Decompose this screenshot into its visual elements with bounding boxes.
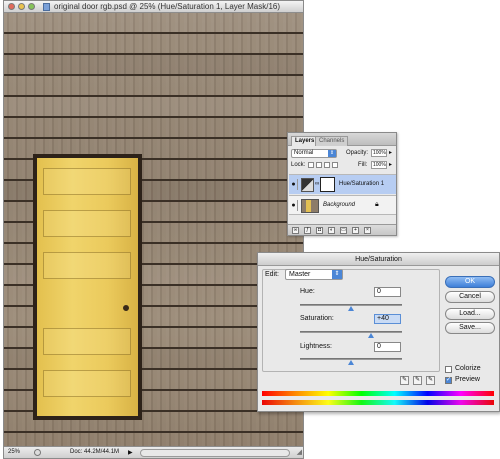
status-menu-arrow-icon[interactable]: ▶	[128, 449, 133, 456]
status-info-icon[interactable]	[34, 449, 41, 456]
lightness-label: Lightness:	[300, 343, 332, 350]
blend-mode-select[interactable]: Normal ⇕	[291, 149, 337, 158]
hue-saturation-dialog: Hue/Saturation Edit: Master ⇕ Hue: 0 Sat…	[257, 252, 500, 412]
eye-icon[interactable]: ●	[290, 200, 298, 211]
opacity-label: Opacity:	[346, 150, 369, 156]
document-title: original door rgb.psd @ 25% (Hue/Saturat…	[54, 2, 281, 11]
layers-palette-toolbar: ∞ ƒ ◘ ◐ ▭ + ×	[288, 224, 396, 235]
lightness-slider-thumb[interactable]	[348, 360, 354, 365]
lightness-input[interactable]: 0	[374, 342, 401, 352]
fill-input[interactable]: 100%	[371, 161, 387, 169]
new-layer-icon[interactable]: +	[352, 227, 359, 234]
door-panel	[43, 328, 131, 355]
saturation-input[interactable]: +40	[374, 314, 401, 324]
background-layer-thumbnail	[301, 199, 319, 213]
eye-icon[interactable]: ●	[290, 179, 298, 190]
link-layers-icon[interactable]: ∞	[292, 227, 299, 234]
door-panel	[43, 252, 131, 279]
wood-plank	[4, 13, 303, 32]
saturation-slider-thumb[interactable]	[368, 333, 375, 338]
horizontal-scrollbar[interactable]	[140, 449, 290, 457]
door-knob	[123, 305, 129, 311]
hue-label: Hue:	[300, 288, 315, 295]
preview-label: Preview	[455, 376, 480, 383]
layers-palette-tabbar[interactable]: Layers Channels	[288, 133, 396, 146]
yellow-door	[37, 158, 138, 416]
layer-style-icon[interactable]: ƒ	[304, 227, 311, 234]
layers-options-row: Normal ⇕ Opacity: 100% ▸	[291, 149, 395, 159]
edit-channel-value: Master	[289, 271, 311, 278]
result-color-spectrum	[262, 400, 494, 405]
door-panel	[43, 168, 131, 195]
close-window-button[interactable]	[8, 3, 15, 10]
lock-all-checkbox[interactable]	[332, 162, 338, 168]
layer-row-hue-saturation[interactable]: ● ∞ Hue/Saturation 1	[289, 174, 396, 194]
fill-arrow-icon[interactable]: ▸	[389, 161, 392, 168]
layer-name: Hue/Saturation 1	[339, 181, 385, 187]
eyedropper-minus-icon[interactable]: ✎	[426, 376, 435, 385]
document-size: Doc: 44.2M/44.1M	[70, 449, 120, 455]
adjustment-layer-thumbnail	[301, 178, 314, 192]
hue-slider-thumb[interactable]	[348, 306, 354, 311]
new-group-icon[interactable]: ▭	[340, 227, 347, 234]
trash-icon[interactable]: ×	[364, 227, 371, 234]
document-statusbar: 25% Doc: 44.2M/44.1M ▶ ◢	[4, 446, 303, 458]
save-button[interactable]: Save...	[445, 322, 495, 334]
zoom-window-button[interactable]	[28, 3, 35, 10]
eyedropper-icon[interactable]: ✎	[400, 376, 409, 385]
saturation-slider[interactable]	[300, 331, 402, 333]
blend-mode-value: Normal	[294, 150, 314, 156]
door-panel	[43, 210, 131, 237]
wood-plank	[4, 97, 303, 116]
layers-lock-row: Lock: Fill: 100% ▸	[291, 161, 395, 171]
resize-grip-icon[interactable]: ◢	[297, 448, 302, 456]
ok-button[interactable]: OK	[445, 276, 495, 288]
document-icon	[43, 3, 50, 11]
layer-name: Background	[323, 202, 356, 208]
chevron-updown-icon: ⇕	[328, 150, 336, 157]
layers-palette: Layers Channels Normal ⇕ Opacity: 100% ▸…	[287, 132, 397, 236]
door-panel	[43, 370, 131, 397]
dialog-title: Hue/Saturation	[258, 253, 499, 266]
preview-checkbox[interactable]: ✓	[445, 377, 452, 384]
document-titlebar[interactable]: original door rgb.psd @ 25% (Hue/Saturat…	[4, 1, 303, 13]
edit-group-box	[262, 269, 440, 372]
source-color-spectrum	[262, 391, 494, 396]
add-mask-icon[interactable]: ◘	[316, 227, 323, 234]
minimize-window-button[interactable]	[18, 3, 25, 10]
hue-input[interactable]: 0	[374, 287, 401, 297]
lock-position-checkbox[interactable]	[324, 162, 330, 168]
link-chain-icon[interactable]: ∞	[315, 181, 319, 187]
zoom-level[interactable]: 25%	[8, 449, 20, 455]
chevron-updown-icon: ⇕	[332, 270, 342, 279]
tab-channels[interactable]: Channels	[315, 136, 349, 146]
lock-transparency-checkbox[interactable]	[308, 162, 314, 168]
eyedropper-plus-icon[interactable]: ✎	[413, 376, 422, 385]
edit-label: Edit:	[265, 271, 280, 278]
cancel-button[interactable]: Cancel	[445, 291, 495, 303]
wood-plank	[4, 55, 303, 74]
load-button[interactable]: Load...	[445, 308, 495, 320]
opacity-input[interactable]: 100%	[371, 149, 387, 157]
opacity-arrow-icon[interactable]: ▸	[389, 149, 392, 156]
saturation-label: Saturation:	[300, 315, 334, 322]
lock-pixels-checkbox[interactable]	[316, 162, 322, 168]
lock-label: Lock:	[291, 162, 306, 168]
colorize-checkbox[interactable]	[445, 366, 452, 373]
edit-channel-select[interactable]: Master ⇕	[285, 269, 343, 280]
colorize-label: Colorize	[455, 365, 481, 372]
layer-row-background[interactable]: ● Background 🔒︎	[289, 195, 396, 215]
fill-label: Fill:	[358, 162, 368, 168]
layer-mask-thumbnail[interactable]	[320, 177, 335, 192]
adjustment-layer-icon[interactable]: ◐	[328, 227, 335, 234]
lock-icon: 🔒︎	[375, 201, 379, 208]
